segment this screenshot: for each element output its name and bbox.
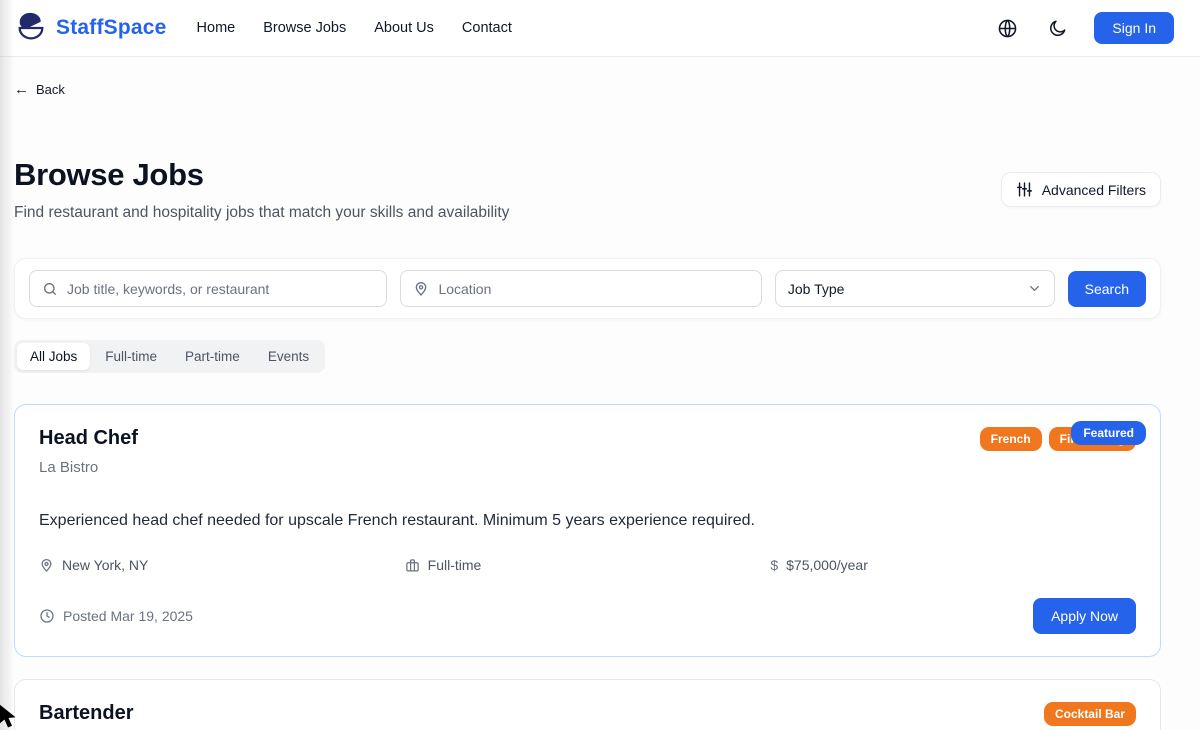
theme-toggle-button[interactable] [1044,14,1072,42]
apply-now-button[interactable]: Apply Now [1033,598,1136,634]
job-card-bartender: Bartender The Speakeasy Cocktail Bar [14,679,1161,730]
search-icon [42,281,58,297]
job-card-head-chef: Head Chef La Bistro French Fine Dining F… [14,404,1161,657]
keyword-input-wrap [29,270,388,307]
language-globe-button[interactable] [993,14,1022,43]
tab-events[interactable]: Events [255,343,322,370]
job-meta-row: New York, NY Full-time $ $75,000/year [39,557,1136,573]
page-header: Browse Jobs Find restaurant and hospital… [14,157,1161,222]
job-posted: Posted Mar 19, 2025 [39,608,193,624]
job-card-footer: Posted Mar 19, 2025 Apply Now [39,598,1136,634]
search-button[interactable]: Search [1067,270,1146,307]
job-title: Head Chef [39,427,138,449]
clock-icon [39,608,55,624]
sign-in-button[interactable]: Sign In [1094,12,1174,44]
job-description: Experienced head chef needed for upscale… [39,512,755,529]
advanced-filters-label: Advanced Filters [1041,181,1146,198]
job-company: La Bistro [39,459,99,476]
map-pin-icon [413,281,429,297]
location-input[interactable] [438,280,749,297]
dollar-icon: $ [770,557,779,573]
job-filter-tabs: All Jobs Full-time Part-time Events [14,340,326,373]
chef-hat-logo-icon [14,10,48,46]
job-tags: Cocktail Bar [1043,702,1136,726]
back-link[interactable]: ← Back [14,81,65,98]
job-salary: $ $75,000/year [770,557,1136,573]
tab-full-time[interactable]: Full-time [92,343,170,370]
job-location-text: New York, NY [62,557,149,573]
job-salary-text: $75,000/year [786,557,868,573]
search-bar: Job Type Search [14,258,1161,319]
page-subtitle: Find restaurant and hospitality jobs tha… [14,204,510,221]
job-card-header: Bartender The Speakeasy Cocktail Bar [39,702,1136,730]
globe-icon [997,18,1018,39]
moon-icon [1048,18,1068,38]
keyword-input[interactable] [67,280,375,297]
map-pin-icon [39,558,54,573]
nav-link-contact[interactable]: Contact [462,20,512,36]
job-title-block: Bartender The Speakeasy [39,702,143,730]
job-title: Bartender [39,702,134,724]
navbar-actions: Sign In [993,12,1174,44]
job-type-select[interactable]: Job Type [774,270,1055,307]
location-input-wrap [400,270,762,307]
advanced-filters-button[interactable]: Advanced Filters [1000,172,1161,207]
nav-link-about-us[interactable]: About Us [374,20,434,36]
job-type: Full-time [405,557,771,573]
featured-badge: Featured [1071,421,1146,445]
back-row: ← Back [14,57,1161,99]
tab-part-time[interactable]: Part-time [172,343,253,370]
sliders-icon [1016,181,1033,198]
job-card-header: Head Chef La Bistro French Fine Dining F… [39,421,1146,476]
briefcase-icon [405,558,420,573]
nav-links: Home Browse Jobs About Us Contact [197,20,512,36]
page-title: Browse Jobs [14,157,204,192]
back-label: Back [36,82,65,97]
job-tag: French [979,427,1042,451]
nav-link-home[interactable]: Home [197,20,236,36]
job-tags: French Fine Dining Featured [979,421,1146,451]
brand-name: StaffSpace [56,16,167,39]
chevron-down-icon [1027,281,1042,296]
navbar: StaffSpace Home Browse Jobs About Us Con… [0,0,1200,57]
job-type-selected-value: Job Type [787,280,845,297]
arrow-left-icon: ← [14,81,29,98]
job-type-text: Full-time [427,557,482,573]
job-posted-text: Posted Mar 19, 2025 [63,608,193,624]
brand-logo[interactable]: StaffSpace [14,10,167,46]
nav-link-browse-jobs[interactable]: Browse Jobs [263,20,346,36]
tab-all-jobs[interactable]: All Jobs [17,343,91,370]
job-tag: Cocktail Bar [1043,702,1136,726]
job-title-block: Head Chef La Bistro [39,427,138,476]
page-header-text: Browse Jobs Find restaurant and hospital… [14,157,509,222]
job-location: New York, NY [39,557,405,573]
